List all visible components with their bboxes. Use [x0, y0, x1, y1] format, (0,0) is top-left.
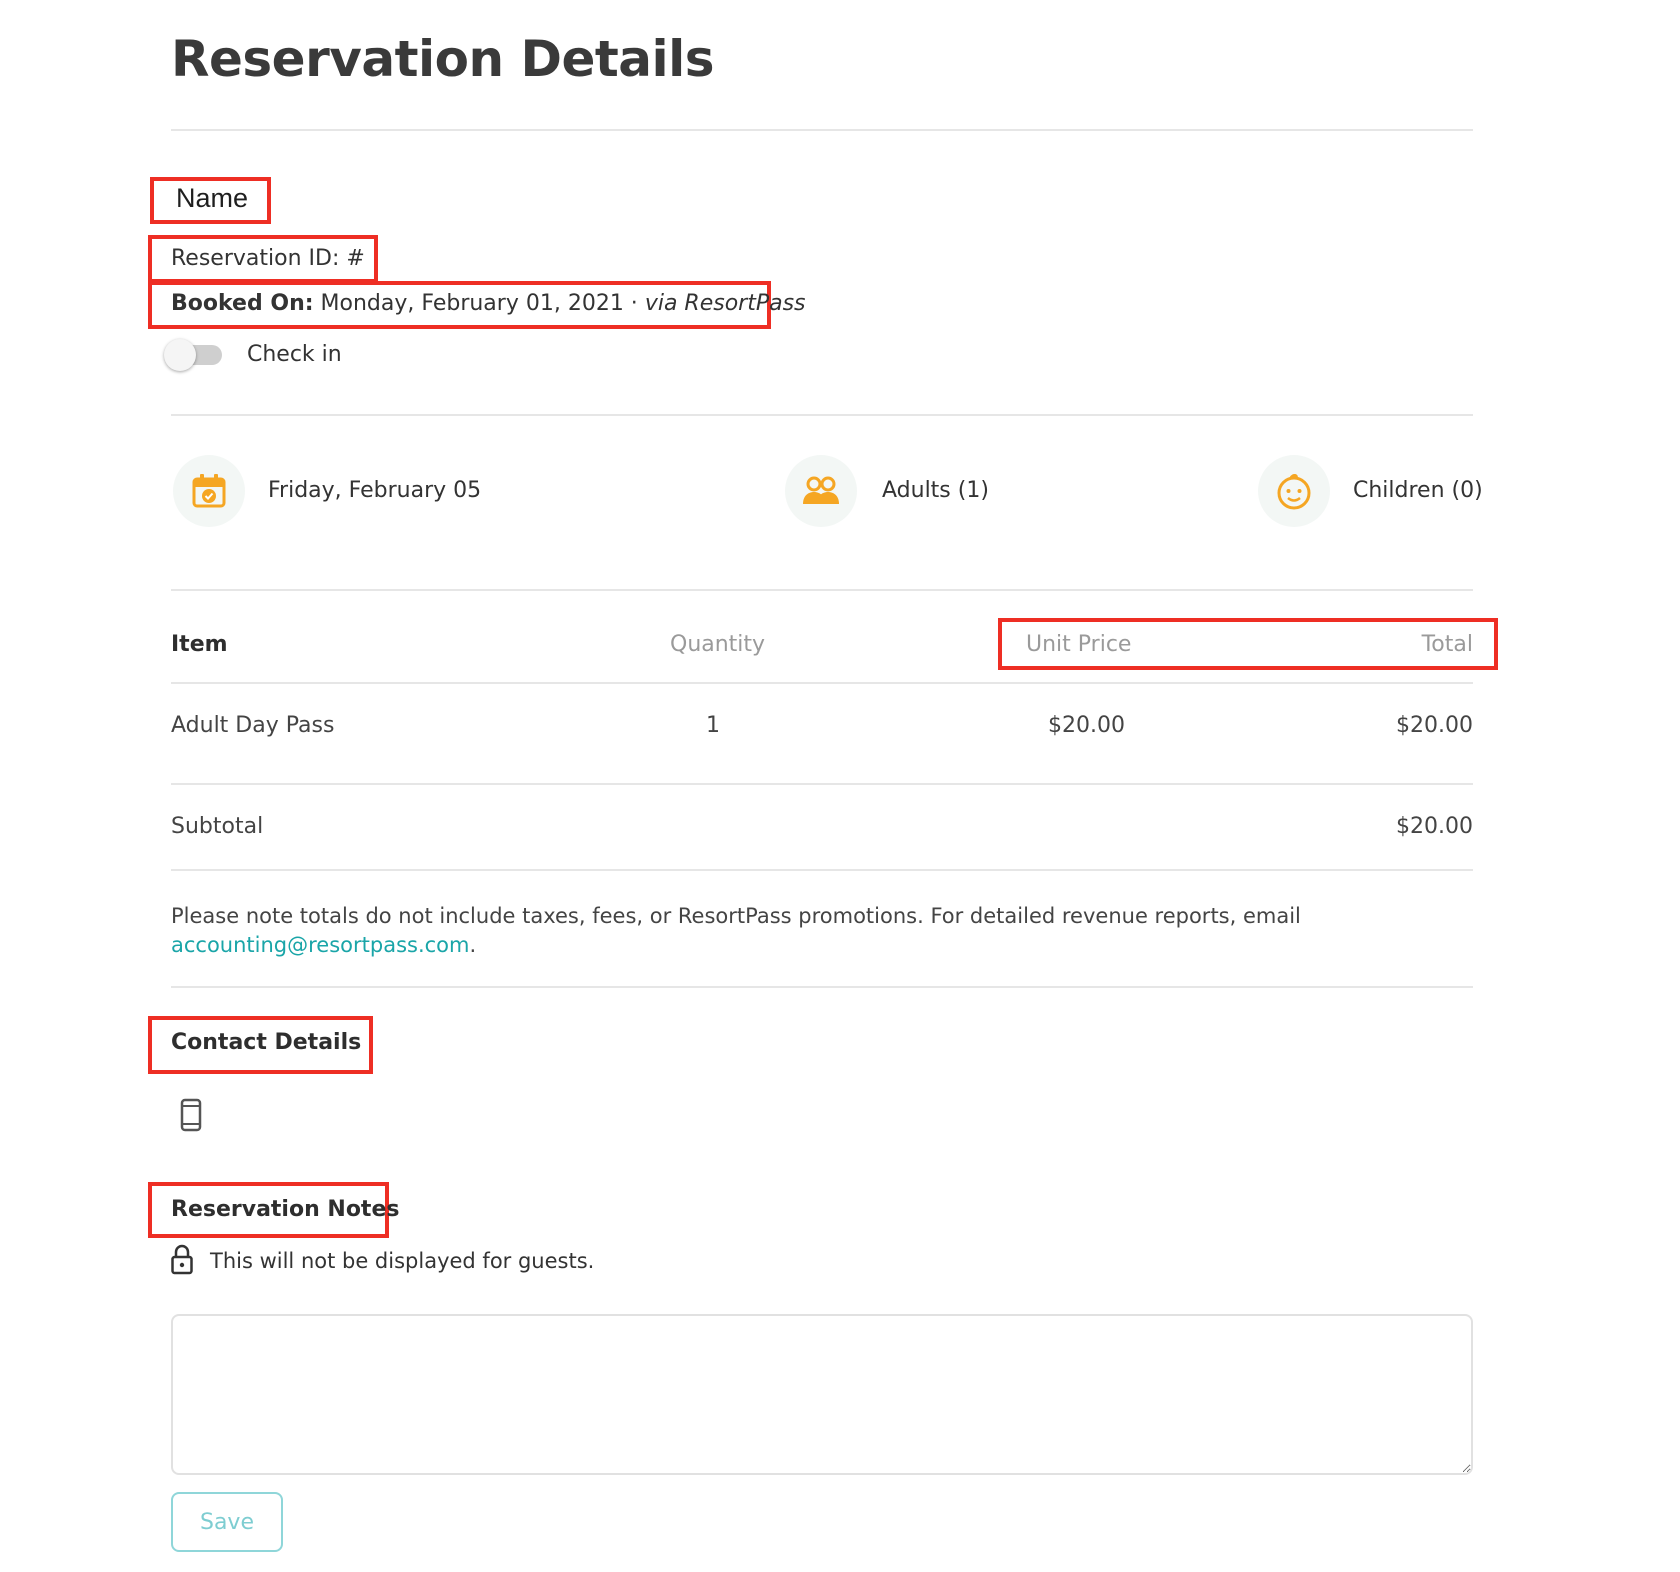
- toggle-knob[interactable]: [164, 339, 196, 371]
- reservation-date: Friday, February 05: [268, 478, 482, 503]
- booked-on-date: Monday, February 01, 2021 ·: [320, 291, 638, 316]
- divider: [171, 682, 1473, 684]
- row-item: Adult Day Pass: [171, 713, 335, 738]
- divider: [171, 589, 1473, 591]
- booked-on-label: Booked On:: [171, 291, 314, 316]
- divider: [171, 783, 1473, 785]
- row-total: $20.00: [1396, 713, 1473, 738]
- reservation-id: Reservation ID: #: [171, 246, 365, 271]
- row-quantity: 1: [706, 713, 720, 738]
- booked-via: via ResortPass: [644, 291, 806, 316]
- note-text: Please note totals do not include taxes,…: [171, 904, 1301, 928]
- booked-on: Booked On: Monday, February 01, 2021 · v…: [171, 291, 806, 316]
- child-face-icon: [1258, 455, 1330, 527]
- calendar-check-icon: [173, 455, 245, 527]
- check-in-label: Check in: [247, 342, 342, 367]
- reservation-id-label: Reservation ID: #: [171, 246, 365, 271]
- subtotal-value: $20.00: [1396, 814, 1473, 839]
- totals-note: Please note totals do not include taxes,…: [171, 902, 1471, 960]
- subtotal-label: Subtotal: [171, 814, 264, 839]
- adults-count: Adults (1): [882, 478, 989, 503]
- accounting-email-link[interactable]: accounting@resortpass.com: [171, 933, 470, 957]
- column-header-quantity: Quantity: [670, 632, 766, 657]
- lock-icon: [170, 1244, 194, 1280]
- note-suffix: .: [469, 933, 477, 957]
- divider: [171, 869, 1473, 871]
- contact-details-title: Contact Details: [171, 1030, 362, 1055]
- divider: [171, 414, 1473, 416]
- column-header-unit-price: Unit Price: [1026, 632, 1132, 657]
- page-title: Reservation Details: [171, 30, 715, 88]
- guest-name: Name: [176, 183, 249, 213]
- children-count: Children (0): [1353, 478, 1483, 503]
- save-button[interactable]: Save: [171, 1492, 283, 1552]
- reservation-notes-title: Reservation Notes: [171, 1197, 400, 1222]
- column-header-item: Item: [171, 632, 228, 657]
- notes-privacy-hint: This will not be displayed for guests.: [210, 1249, 595, 1273]
- reservation-notes-input[interactable]: [171, 1314, 1473, 1475]
- row-unit-price: $20.00: [1048, 713, 1125, 738]
- column-header-total: Total: [1421, 632, 1473, 657]
- divider: [171, 129, 1473, 131]
- people-icon: [785, 455, 857, 527]
- mobile-phone-icon: [178, 1098, 204, 1136]
- divider: [171, 986, 1473, 988]
